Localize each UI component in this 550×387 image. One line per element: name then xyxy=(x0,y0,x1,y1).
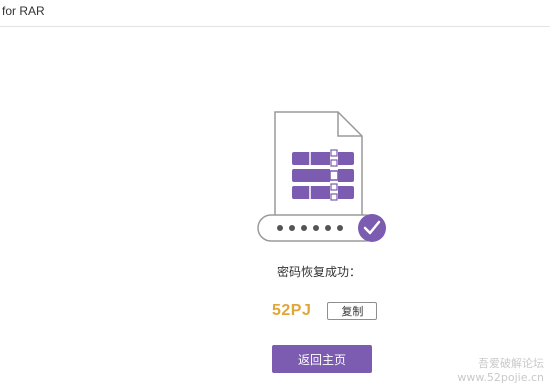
watermark-line-1: 吾爱破解论坛 xyxy=(478,357,544,370)
title-bar: for RAR xyxy=(0,0,550,27)
checkmark-icon xyxy=(358,214,386,242)
archive-file-illustration xyxy=(257,111,386,242)
return-home-button[interactable]: 返回主页 xyxy=(272,345,372,373)
rar-archive-file-icon xyxy=(274,111,363,219)
success-illustration xyxy=(250,108,390,248)
copy-button[interactable]: 复制 xyxy=(327,302,378,320)
app-title: for RAR xyxy=(2,4,45,18)
watermark-line-2: www.52pojie.cn xyxy=(457,371,544,384)
result-row: 52PJ 复制 xyxy=(272,301,378,321)
success-message: 密码恢复成功： xyxy=(276,265,361,279)
watermark: 吾爱破解论坛 www.52pojie.cn xyxy=(457,357,544,385)
recovered-password: 52PJ xyxy=(272,302,312,319)
